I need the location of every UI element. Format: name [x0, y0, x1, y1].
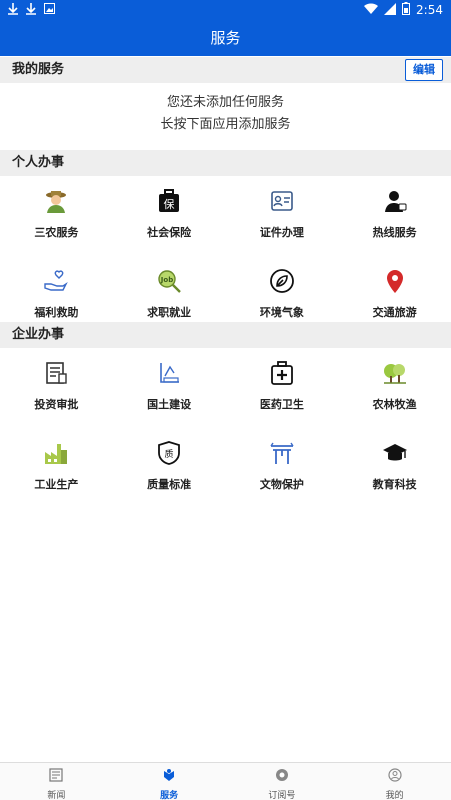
service-label: 福利救助: [34, 306, 79, 319]
service-item-land[interactable]: 国土建设: [113, 348, 226, 428]
svg-text:质: 质: [165, 448, 174, 460]
my-services-title: 我的服务: [12, 62, 65, 77]
battery-icon: [402, 2, 411, 18]
leaf-circle-icon: [269, 268, 295, 294]
bottom-navigation: 新闻 服务 订阅号 我的: [0, 762, 451, 800]
hotline-person-icon: [382, 188, 408, 214]
service-item-education[interactable]: 教育科技: [338, 428, 451, 508]
heritage-gate-icon: [269, 440, 295, 466]
nav-tab-profile[interactable]: 我的: [338, 763, 451, 800]
service-item-heritage[interactable]: 文物保护: [226, 428, 339, 508]
id-card-icon: [269, 188, 295, 214]
enterprise-services-grid: 投资审批 国土建设 医药卫生 农林牧渔 工业生产 质 质量标准 文物保护 教育科…: [0, 348, 451, 508]
my-services-header: 我的服务 编辑: [0, 57, 451, 83]
nav-label: 新闻: [47, 791, 66, 800]
nav-tab-subscription[interactable]: 订阅号: [226, 763, 339, 800]
clock: 2:54: [416, 3, 443, 17]
status-bar: 2:54: [0, 0, 451, 20]
image-notification-icon: [44, 3, 55, 19]
medical-kit-icon: [269, 360, 295, 386]
subscription-icon: [275, 767, 289, 786]
welfare-hand-heart-icon: [43, 268, 69, 294]
service-label: 投资审批: [34, 398, 79, 411]
service-item-industry[interactable]: 工业生产: [0, 428, 113, 508]
nav-label: 订阅号: [268, 791, 296, 800]
document-approval-icon: [43, 360, 69, 386]
job-search-icon: Job: [156, 268, 182, 294]
service-item-medical[interactable]: 医药卫生: [226, 348, 339, 428]
nav-tab-news[interactable]: 新闻: [0, 763, 113, 800]
nav-tab-service[interactable]: 服务: [113, 763, 226, 800]
news-icon: [49, 767, 63, 786]
personal-affairs-header: 个人办事: [0, 150, 451, 176]
graduation-cap-icon: [382, 440, 408, 466]
trees-icon: [382, 360, 408, 386]
service-label: 农林牧渔: [372, 398, 417, 411]
signal-icon: [384, 2, 397, 18]
farmer-icon: [43, 188, 69, 214]
status-system: 2:54: [364, 2, 443, 18]
service-label: 国土建设: [147, 398, 192, 411]
service-item-agriculture[interactable]: 农林牧渔: [338, 348, 451, 428]
service-icon: [162, 767, 176, 786]
service-label: 三农服务: [34, 226, 79, 239]
edit-button[interactable]: 编辑: [405, 59, 443, 81]
empty-services-message: 您还未添加任何服务 长按下面应用添加服务: [0, 92, 451, 136]
profile-icon: [388, 767, 402, 786]
service-item-certificate[interactable]: 证件办理: [226, 176, 339, 256]
service-label: 证件办理: [259, 226, 304, 239]
enterprise-affairs-header: 企业办事: [0, 322, 451, 348]
service-label: 热线服务: [372, 226, 417, 239]
wifi-icon: [364, 2, 379, 18]
empty-message-line-1: 您还未添加任何服务: [166, 95, 284, 110]
insurance-bag-icon: 保: [156, 188, 182, 214]
service-label: 文物保护: [259, 478, 304, 491]
page-title: 服务: [210, 29, 241, 47]
service-item-sannong[interactable]: 三农服务: [0, 176, 113, 256]
empty-message-line-2: 长按下面应用添加服务: [160, 117, 291, 132]
nav-label: 服务: [160, 791, 179, 800]
service-label: 交通旅游: [372, 306, 417, 319]
nav-label: 我的: [385, 791, 404, 800]
quality-shield-icon: 质: [156, 440, 182, 466]
service-label: 工业生产: [34, 478, 79, 491]
service-label: 质量标准: [147, 478, 192, 491]
download-icon: [26, 3, 36, 19]
personal-affairs-title: 个人办事: [12, 155, 65, 170]
service-label: 求职就业: [147, 306, 192, 319]
svg-text:Job: Job: [160, 276, 173, 284]
enterprise-affairs-title: 企业办事: [12, 327, 65, 342]
service-item-social-insurance[interactable]: 保 社会保险: [113, 176, 226, 256]
service-item-investment[interactable]: 投资审批: [0, 348, 113, 428]
service-label: 医药卫生: [259, 398, 304, 411]
service-item-hotline[interactable]: 热线服务: [338, 176, 451, 256]
svg-text:保: 保: [164, 197, 175, 211]
service-item-quality[interactable]: 质 质量标准: [113, 428, 226, 508]
land-construction-icon: [156, 360, 182, 386]
factory-icon: [43, 440, 69, 466]
status-notifications: [8, 3, 55, 19]
personal-services-grid: 三农服务 保 社会保险 证件办理 热线服务 福利救助 Job 求职就业 环境气象…: [0, 176, 451, 336]
service-label: 社会保险: [147, 226, 192, 239]
service-label: 教育科技: [372, 478, 417, 491]
app-bar: 服务: [0, 20, 451, 56]
map-pin-icon: [382, 268, 408, 294]
download-icon: [8, 3, 18, 19]
service-label: 环境气象: [259, 306, 304, 319]
